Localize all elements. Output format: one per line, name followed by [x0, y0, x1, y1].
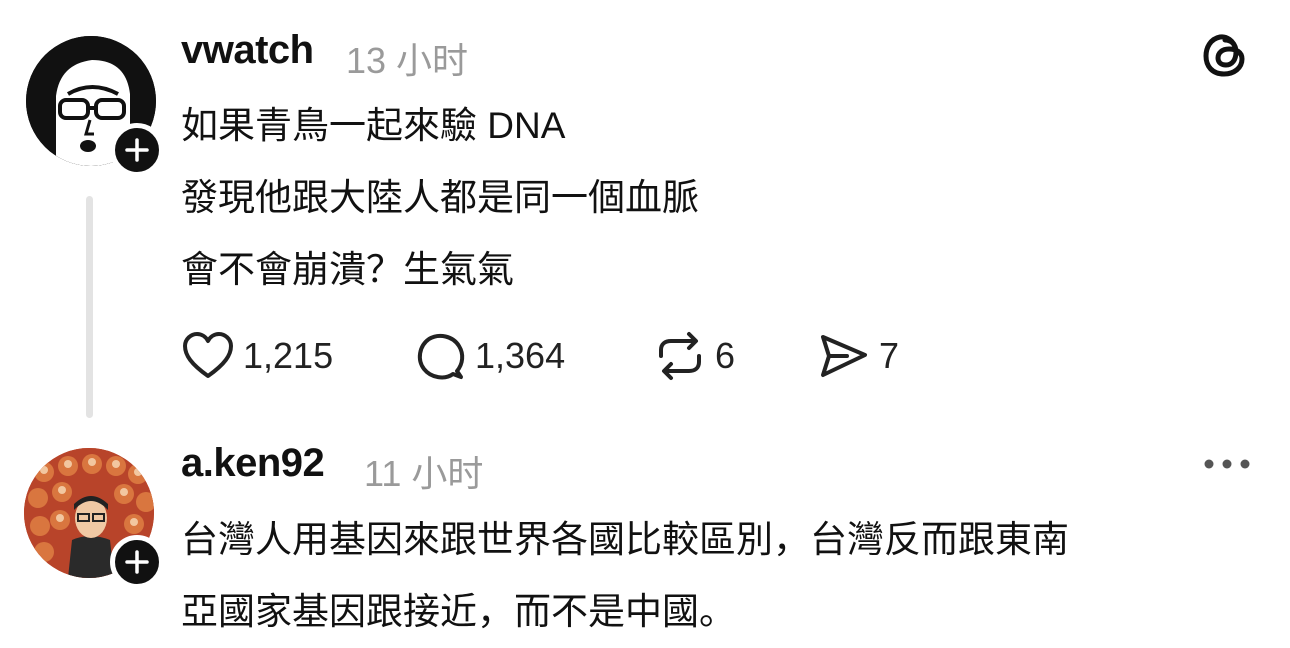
like-count: 1,215: [243, 335, 334, 376]
plus-icon: [125, 138, 149, 162]
like-button[interactable]: 1,215: [181, 326, 333, 386]
post-line: 發現他跟大陸人都是同一個血脈: [181, 177, 699, 218]
post-line: 台灣人用基因來跟世界各國比較區別，台灣反而跟東南: [181, 519, 1069, 560]
plus-icon: [125, 550, 149, 574]
repost-count: 6: [715, 335, 736, 376]
send-icon: [821, 335, 867, 377]
comment-icon: [417, 333, 465, 380]
post-body: 如果青鳥一起來驗 DNA 發現他跟大陸人都是同一個血脈 會不會崩潰？生氣氣: [181, 90, 699, 306]
username[interactable]: vwatch: [181, 28, 314, 73]
more-horizontal-icon[interactable]: [1202, 456, 1252, 472]
threads-logo-icon[interactable]: [1198, 28, 1252, 82]
post-time: 11 小时: [364, 453, 484, 494]
post-time: 13 小时: [346, 40, 469, 81]
post-vwatch: vwatch 13 小时 如果青鳥一起來驗 DNA 發現他跟大陸人都是同一個血脈…: [0, 0, 1290, 430]
username[interactable]: a.ken92: [181, 441, 325, 486]
follow-button[interactable]: [110, 535, 164, 589]
post-line: 亞國家基因跟接近，而不是中國。: [181, 591, 736, 632]
thread-connector-line: [86, 196, 93, 418]
repost-icon: [659, 332, 701, 380]
heart-icon: [183, 332, 233, 378]
reply-button[interactable]: 1,364: [413, 326, 565, 386]
post-body: 台灣人用基因來跟世界各國比較區別，台灣反而跟東南 亞國家基因跟接近，而不是中國。: [181, 504, 1069, 648]
post-line: 會不會崩潰？生氣氣: [181, 249, 514, 290]
reply-count: 1,364: [475, 335, 566, 376]
share-button[interactable]: 7: [817, 326, 899, 386]
follow-button[interactable]: [110, 123, 164, 177]
post-line: 如果青鳥一起來驗 DNA: [181, 105, 566, 146]
repost-button[interactable]: 6: [653, 326, 735, 386]
share-count: 7: [879, 335, 900, 376]
